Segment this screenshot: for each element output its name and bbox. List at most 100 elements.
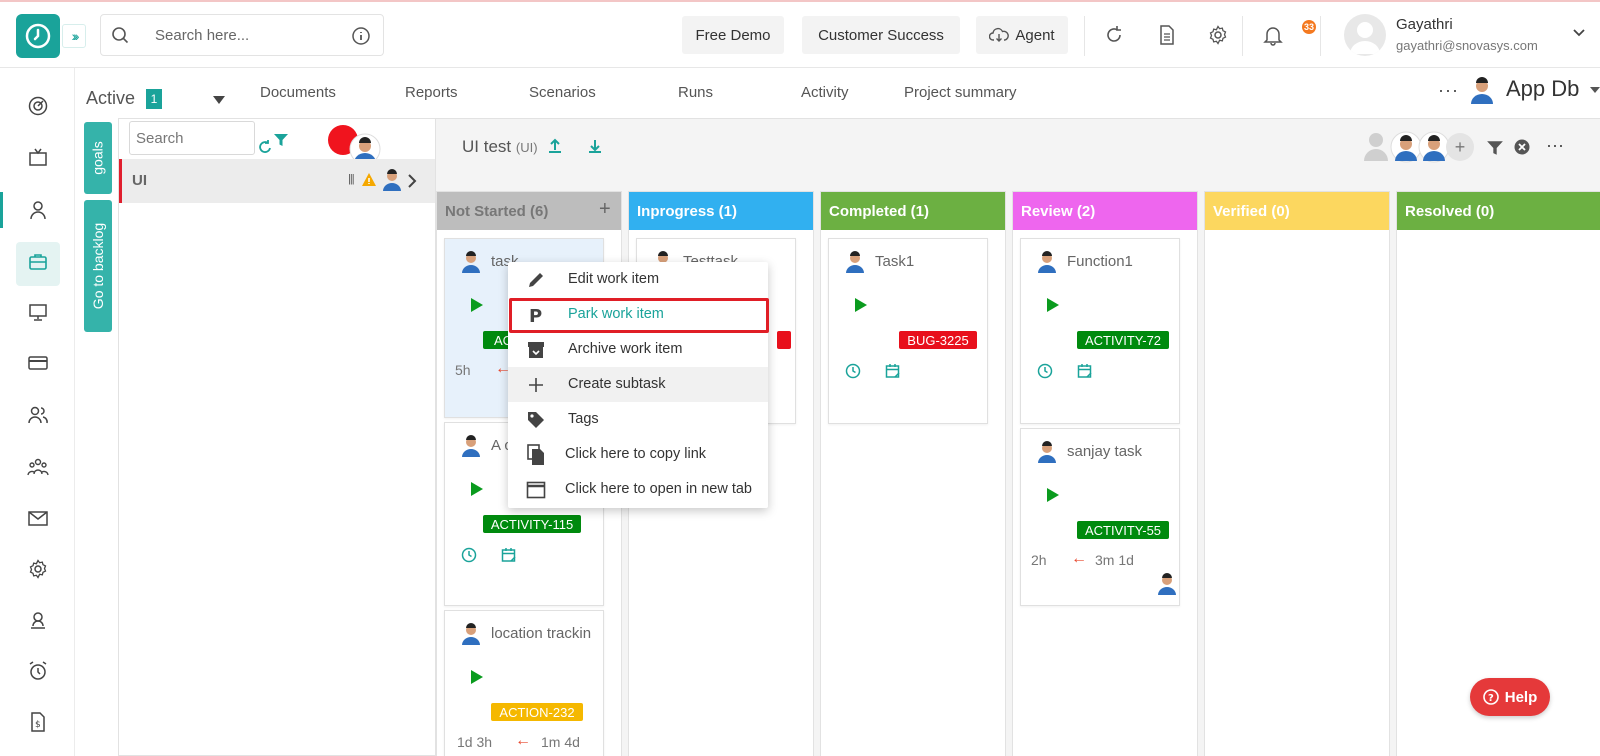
column-header: Completed (1) — [821, 192, 1005, 230]
upload-icon[interactable] — [546, 137, 564, 155]
card-estimate: 1d 3h — [457, 734, 493, 750]
play-icon[interactable] — [1046, 297, 1060, 313]
mail-icon[interactable] — [25, 505, 51, 531]
goal-row-ui[interactable]: UI ||| — [119, 159, 435, 203]
calendar-edit-icon[interactable] — [885, 363, 901, 379]
clear-filter-icon[interactable] — [1514, 139, 1530, 155]
card-function1[interactable]: Function1 ACTIVITY-72 — [1020, 238, 1180, 424]
filter-icon[interactable] — [1486, 139, 1504, 157]
menu-item-open-new-tab[interactable]: Click here to open in new tab — [508, 472, 768, 507]
add-member-button[interactable]: + — [1446, 133, 1474, 161]
refresh-icon[interactable] — [1103, 24, 1125, 46]
goals-tab-label: goals — [90, 141, 106, 175]
menu-item-edit[interactable]: Edit work item — [508, 262, 768, 297]
menu-item-tags[interactable]: Tags — [508, 402, 768, 437]
customer-success-button[interactable]: Customer Success — [802, 16, 960, 54]
profile-badge-icon[interactable] — [25, 607, 51, 633]
more-options-icon[interactable]: ··· — [1546, 135, 1564, 156]
person-icon[interactable] — [25, 197, 51, 223]
card-task1[interactable]: Task1 BUG-3225 — [828, 238, 988, 424]
play-icon[interactable] — [1046, 487, 1060, 503]
search-input[interactable]: Search here... — [155, 27, 249, 44]
bell-icon[interactable] — [1262, 24, 1284, 46]
card-tag[interactable]: ACTIVITY-115 — [483, 515, 581, 533]
clock-icon[interactable] — [845, 363, 861, 379]
column-header: Resolved (0) — [1397, 192, 1600, 230]
more-options-icon[interactable]: ··· — [1438, 80, 1459, 101]
active-filter-label[interactable]: Active — [86, 88, 135, 109]
card-estimate: 2h — [1031, 552, 1047, 568]
invoice-icon[interactable]: $ — [25, 709, 51, 735]
briefcase-icon[interactable] — [25, 249, 51, 275]
add-card-icon[interactable]: + — [599, 198, 611, 221]
menu-item-create-subtask[interactable]: Create subtask — [508, 367, 768, 402]
tab-reports[interactable]: Reports — [405, 84, 458, 101]
card-title: sanjay task — [1067, 443, 1143, 460]
board-header: UI test (UI) + ··· — [436, 119, 1600, 177]
card-tag[interactable]: ACTIVITY-55 — [1077, 521, 1169, 539]
expand-menu-icon[interactable]: ››› — [62, 24, 86, 48]
clock-icon[interactable] — [461, 547, 477, 563]
column-header: Not Started (6) — [437, 192, 621, 230]
play-icon[interactable] — [470, 481, 484, 497]
chevron-right-icon[interactable] — [407, 174, 417, 188]
workspace-name[interactable]: App Db — [1506, 76, 1579, 102]
goals-search-input[interactable]: Search — [129, 121, 255, 155]
user-placeholder-icon[interactable] — [1364, 131, 1388, 161]
card-tag[interactable]: ACTION-232 — [491, 703, 583, 721]
users-icon[interactable] — [25, 402, 51, 428]
global-search[interactable]: Search here... — [100, 14, 384, 56]
user-email: gayathri@snovasys.com — [1396, 38, 1538, 53]
download-icon[interactable] — [586, 137, 604, 155]
user-avatar[interactable] — [1344, 14, 1386, 56]
plus-icon — [525, 374, 547, 396]
tv-icon[interactable] — [25, 145, 51, 171]
settings-icon[interactable] — [1207, 24, 1229, 46]
play-icon[interactable] — [854, 297, 868, 313]
copy-icon — [525, 444, 547, 466]
assignee-avatar — [462, 435, 480, 457]
calendar-edit-icon[interactable] — [1077, 363, 1093, 379]
info-icon[interactable] — [351, 26, 371, 46]
tab-scenarios[interactable]: Scenarios — [529, 84, 596, 101]
free-demo-button[interactable]: Free Demo — [682, 16, 784, 54]
reset-icon[interactable] — [257, 139, 273, 155]
agent-button[interactable]: Agent — [976, 16, 1068, 54]
play-icon[interactable] — [470, 669, 484, 685]
svg-text:?: ? — [1488, 693, 1494, 704]
card-tag-partial[interactable] — [777, 331, 791, 349]
clock-icon[interactable] — [1037, 363, 1053, 379]
gear-icon[interactable] — [25, 556, 51, 582]
chevron-down-icon[interactable] — [1572, 28, 1586, 38]
pencil-icon — [525, 269, 547, 291]
monitor-icon[interactable] — [25, 299, 51, 325]
card-tag[interactable]: ACTIVITY-72 — [1077, 331, 1169, 349]
goals-panel: Search UI ||| — [118, 118, 436, 756]
app-logo[interactable] — [16, 14, 60, 58]
card-tag[interactable]: BUG-3225 — [899, 331, 977, 349]
card-location[interactable]: location trackin ACTION-232 1d 3h ← 1m 4… — [444, 610, 604, 756]
menu-item-copy-link[interactable]: Click here to copy link — [508, 437, 768, 472]
play-icon[interactable] — [470, 297, 484, 313]
tab-activity[interactable]: Activity — [801, 84, 849, 101]
calendar-edit-icon[interactable] — [501, 547, 517, 563]
backlog-tab[interactable]: Go to backlog — [84, 200, 112, 332]
caret-down-icon[interactable] — [212, 95, 226, 105]
tab-project-summary[interactable]: Project summary — [904, 84, 1017, 101]
team-icon[interactable] — [25, 454, 51, 480]
menu-item-archive[interactable]: Archive work item — [508, 332, 768, 367]
help-button[interactable]: ? Help — [1470, 678, 1550, 716]
card-spent: 3m 1d — [1095, 552, 1134, 568]
goals-tab[interactable]: goals — [84, 122, 112, 194]
filter-icon[interactable] — [273, 132, 289, 148]
tab-documents[interactable]: Documents — [260, 84, 336, 101]
board-name: UI test — [462, 137, 512, 156]
caret-down-icon[interactable] — [1590, 86, 1600, 94]
assignee-avatar — [1158, 573, 1176, 595]
card-sanjay-task[interactable]: sanjay task ACTIVITY-55 2h ← 3m 1d — [1020, 428, 1180, 606]
dashboard-icon[interactable] — [25, 93, 51, 119]
card-icon[interactable] — [25, 350, 51, 376]
alarm-icon[interactable] — [25, 658, 51, 684]
tab-runs[interactable]: Runs — [678, 84, 713, 101]
document-icon[interactable] — [1156, 24, 1178, 46]
